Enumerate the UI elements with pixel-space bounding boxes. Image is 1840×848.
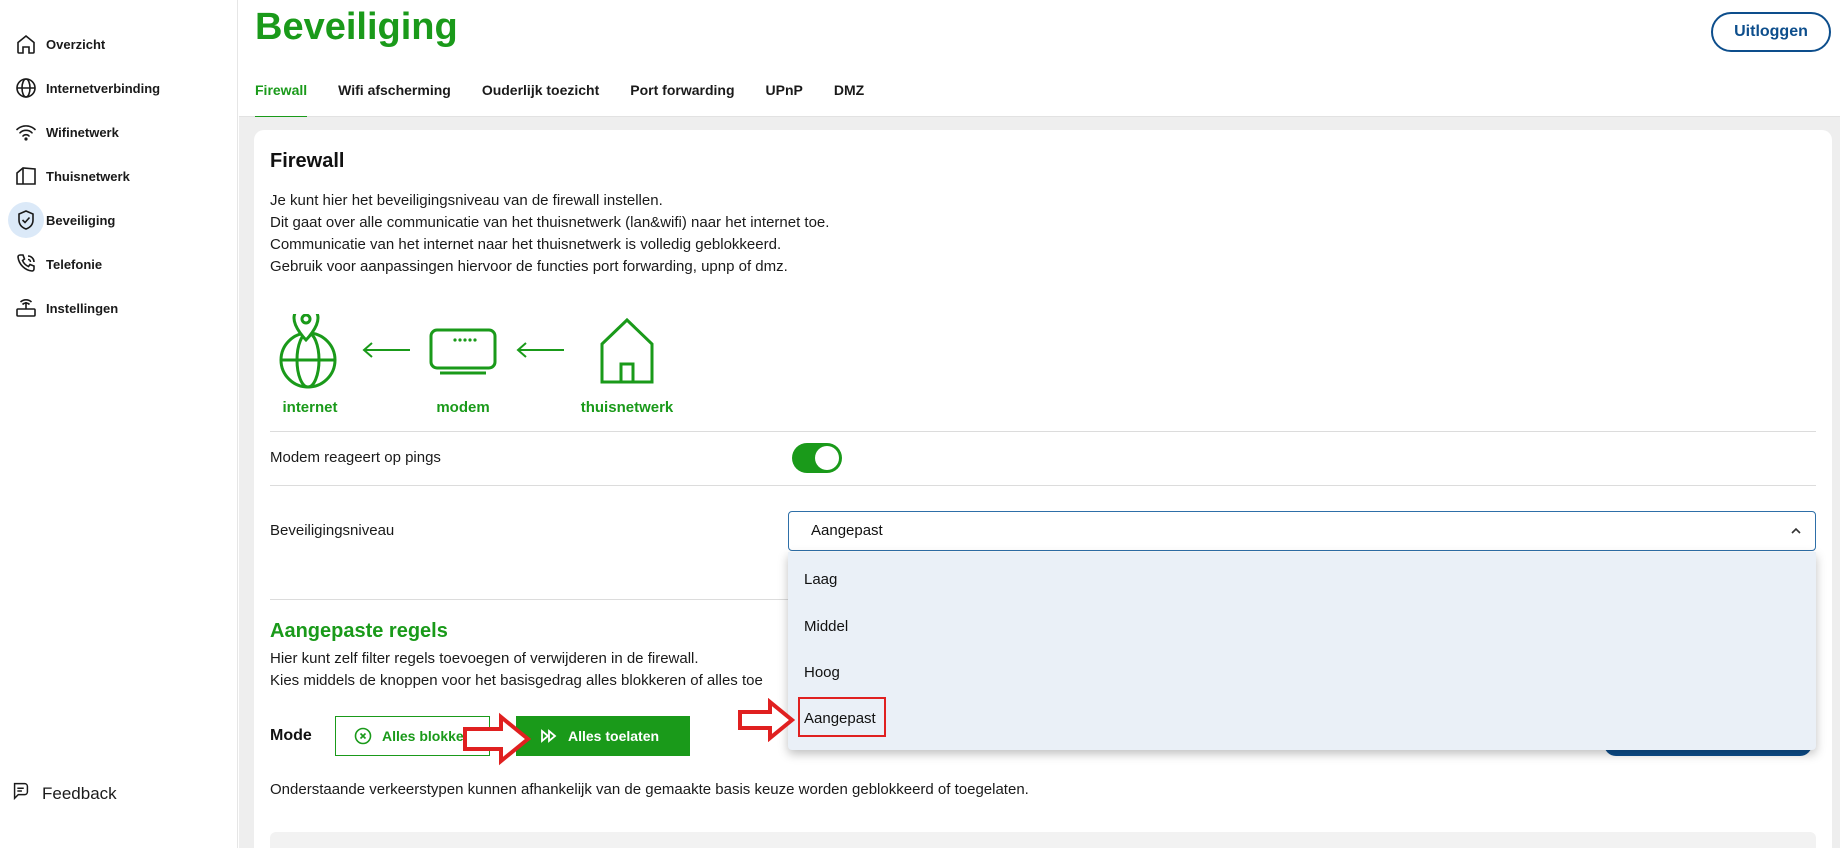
tab-bar: Firewall Wifi afscherming Ouderlijk toez… <box>255 82 895 119</box>
internet-label: internet <box>282 399 338 416</box>
globe-icon <box>8 70 44 106</box>
divider <box>270 431 1816 432</box>
annotation-highlight-box <box>798 697 886 737</box>
shield-check-icon <box>8 202 44 238</box>
tab-dmz[interactable]: DMZ <box>834 82 864 119</box>
security-level-dropdown: Laag Middel Hoog Aangepast <box>788 552 1816 750</box>
custom-rules-description: Kies middels de knoppen voor het basisge… <box>270 672 763 689</box>
feedback-icon <box>10 780 32 807</box>
fast-forward-icon <box>541 729 557 743</box>
ping-setting-label: Modem reageert op pings <box>270 449 441 466</box>
sidebar-item-internetverbinding[interactable]: Internetverbinding <box>8 68 160 108</box>
sidebar-item-wifinetwerk[interactable]: Wifinetwerk <box>8 112 119 152</box>
sidebar-item-label: Wifinetwerk <box>46 124 119 140</box>
section-title: Firewall <box>270 150 345 172</box>
home-icon <box>598 316 656 391</box>
sidebar-item-label: Thuisnetwerk <box>46 168 130 184</box>
mode-label: Mode <box>270 727 312 744</box>
ping-toggle[interactable] <box>792 443 842 473</box>
tab-port-forwarding[interactable]: Port forwarding <box>630 82 734 119</box>
custom-rules-description: Hier kunt zelf filter regels toevoegen o… <box>270 650 699 667</box>
close-circle-icon <box>354 727 372 745</box>
chevron-up-icon <box>1789 524 1803 538</box>
annotation-arrow-icon <box>462 712 532 771</box>
description-line: Dit gaat over alle communicatie van het … <box>270 214 830 231</box>
tab-ouderlijk-toezicht[interactable]: Ouderlijk toezicht <box>482 82 599 119</box>
modem-icon <box>428 326 498 383</box>
phone-icon <box>8 246 44 282</box>
modem-label: modem <box>436 399 490 416</box>
sidebar-item-telefonie[interactable]: Telefonie <box>8 244 102 284</box>
internet-globe-icon <box>274 304 338 395</box>
allow-all-button[interactable]: Alles toelaten <box>516 716 690 756</box>
feedback-label: Feedback <box>42 783 117 803</box>
custom-rules-title: Aangepaste regels <box>270 620 448 642</box>
description-line: Je kunt hier het beveiligingsniveau van … <box>270 192 663 209</box>
security-level-value: Aangepast <box>811 522 883 539</box>
sidebar-item-thuisnetwerk[interactable]: Thuisnetwerk <box>8 156 130 196</box>
sidebar-item-label: Beveiliging <box>46 212 116 228</box>
option-middel[interactable]: Middel <box>804 618 848 635</box>
logout-button[interactable]: Uitloggen <box>1711 12 1831 52</box>
wifi-icon <box>8 114 44 150</box>
traffic-types-note: Onderstaande verkeerstypen kunnen afhank… <box>270 781 1029 798</box>
tab-wifi-afscherming[interactable]: Wifi afscherming <box>338 82 451 119</box>
security-level-select[interactable]: Aangepast <box>788 511 1816 551</box>
tab-upnp[interactable]: UPnP <box>766 82 803 119</box>
home-network-label: thuisnetwerk <box>580 399 674 416</box>
allow-all-label: Alles toelaten <box>568 728 660 744</box>
sidebar: Overzicht Internetverbinding Wifinetwerk… <box>0 0 238 848</box>
sidebar-item-label: Internetverbinding <box>46 80 161 96</box>
home-icon <box>8 26 44 62</box>
home-network-icon <box>8 158 44 194</box>
security-level-label: Beveiligingsniveau <box>270 522 395 539</box>
sidebar-item-beveiliging[interactable]: Beveiliging <box>8 200 115 240</box>
page-header: Beveiliging Uitloggen Firewall Wifi afsc… <box>239 0 1840 119</box>
sidebar-item-label: Overzicht <box>46 36 106 52</box>
divider <box>270 485 1816 486</box>
sidebar-item-overzicht[interactable]: Overzicht <box>8 24 105 64</box>
option-laag[interactable]: Laag <box>804 571 837 588</box>
sidebar-item-label: Instellingen <box>46 300 119 316</box>
sidebar-item-label: Telefonie <box>46 256 103 272</box>
toggle-knob <box>815 446 839 470</box>
description-line: Communicatie van het internet naar het t… <box>270 236 782 253</box>
feedback-button[interactable]: Feedback <box>10 780 117 807</box>
description-line: Gebruik voor aanpassingen hiervoor de fu… <box>270 258 788 275</box>
router-settings-icon <box>8 290 44 326</box>
arrow-left-icon <box>514 340 566 365</box>
page-title: Beveiliging <box>255 6 458 48</box>
option-hoog[interactable]: Hoog <box>804 664 840 681</box>
traffic-types-panel <box>270 832 1816 848</box>
annotation-arrow-icon <box>737 697 796 747</box>
arrow-left-icon <box>360 340 412 365</box>
sidebar-item-instellingen[interactable]: Instellingen <box>8 288 118 328</box>
tab-firewall[interactable]: Firewall <box>255 82 308 119</box>
